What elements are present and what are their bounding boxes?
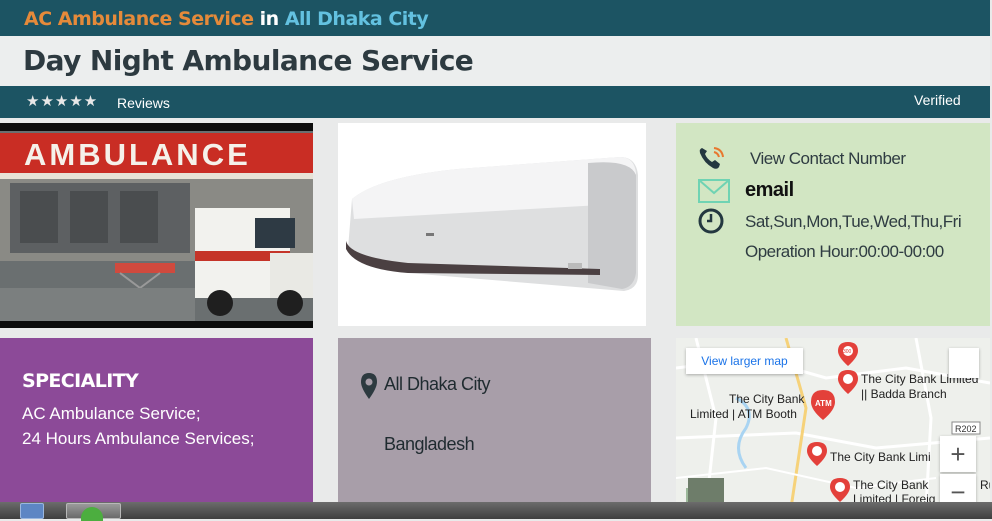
road-label: R202 — [955, 424, 977, 434]
listing-title: Day Night Ambulance Service — [23, 44, 474, 77]
contact-panel: View Contact Number email Sat,Sun,Mon,Tu… — [676, 123, 990, 326]
operating-days: Sat,Sun,Mon,Tue,Wed,Thu,Fri — [745, 212, 962, 231]
email-link[interactable]: email — [745, 179, 794, 202]
address-panel: All Dhaka City Bangladesh — [338, 338, 651, 508]
map-label: || Badda Branch — [861, 387, 947, 401]
speciality-panel: SPECIALITY AC Ambulance Service; 24 Hour… — [0, 338, 313, 508]
taskbar-browser-button[interactable] — [66, 503, 121, 521]
address-area: All Dhaka City — [384, 374, 491, 394]
ambulance-photo: AMBULANCE — [0, 123, 313, 328]
google-map[interactable]: R202 300 ATM View larger map The City Ba… — [676, 338, 990, 508]
rating-bar: ★★★★★ Reviews Verified — [0, 86, 990, 118]
address-country: Bangladesh — [384, 434, 475, 454]
taskbar-app-icon[interactable] — [20, 503, 44, 519]
phone-icon — [698, 145, 726, 176]
service-type-link[interactable]: AC Ambulance Service — [24, 8, 254, 30]
verified-badge: Verified — [914, 92, 961, 108]
speciality-item: 24 Hours Ambulance Services; — [22, 429, 255, 448]
map-label: Ru — [980, 478, 990, 492]
clock-icon — [697, 207, 725, 240]
view-contact-number-link[interactable]: View Contact Number — [750, 149, 906, 169]
atm-label: ATM — [815, 399, 832, 408]
speciality-item: AC Ambulance Service; — [22, 404, 201, 423]
map-pin-label: 300 — [843, 349, 852, 355]
reviews-link[interactable]: Reviews — [117, 95, 170, 111]
taskbar — [0, 502, 992, 521]
map-label: The City Bank Limi — [830, 450, 931, 464]
listing-title-bar: Day Night Ambulance Service — [0, 36, 990, 86]
fullscreen-button[interactable] — [949, 348, 979, 378]
operation-hours: Operation Hour:00:00-00:00 — [745, 242, 944, 261]
ambulance-sign-text: AMBULANCE — [24, 137, 251, 172]
speciality-heading: SPECIALITY — [22, 370, 139, 392]
star-rating-icon[interactable]: ★★★★★ — [26, 92, 98, 110]
location-link[interactable]: All Dhaka City — [285, 8, 429, 30]
view-larger-map-link[interactable]: View larger map — [686, 348, 803, 374]
zoom-in-button[interactable]: + — [940, 436, 976, 472]
header-bar: AC Ambulance Service in All Dhaka City — [0, 0, 990, 36]
header-connector: in — [259, 8, 280, 30]
map-label: The City Bank — [853, 478, 929, 492]
map-label: The City Bank — [729, 392, 805, 406]
ac-unit-image — [338, 123, 646, 326]
header-title: AC Ambulance Service in All Dhaka City — [24, 8, 429, 30]
email-icon — [698, 179, 730, 208]
map-label: Limited | ATM Booth — [690, 407, 797, 421]
location-pin-icon — [360, 372, 378, 405]
